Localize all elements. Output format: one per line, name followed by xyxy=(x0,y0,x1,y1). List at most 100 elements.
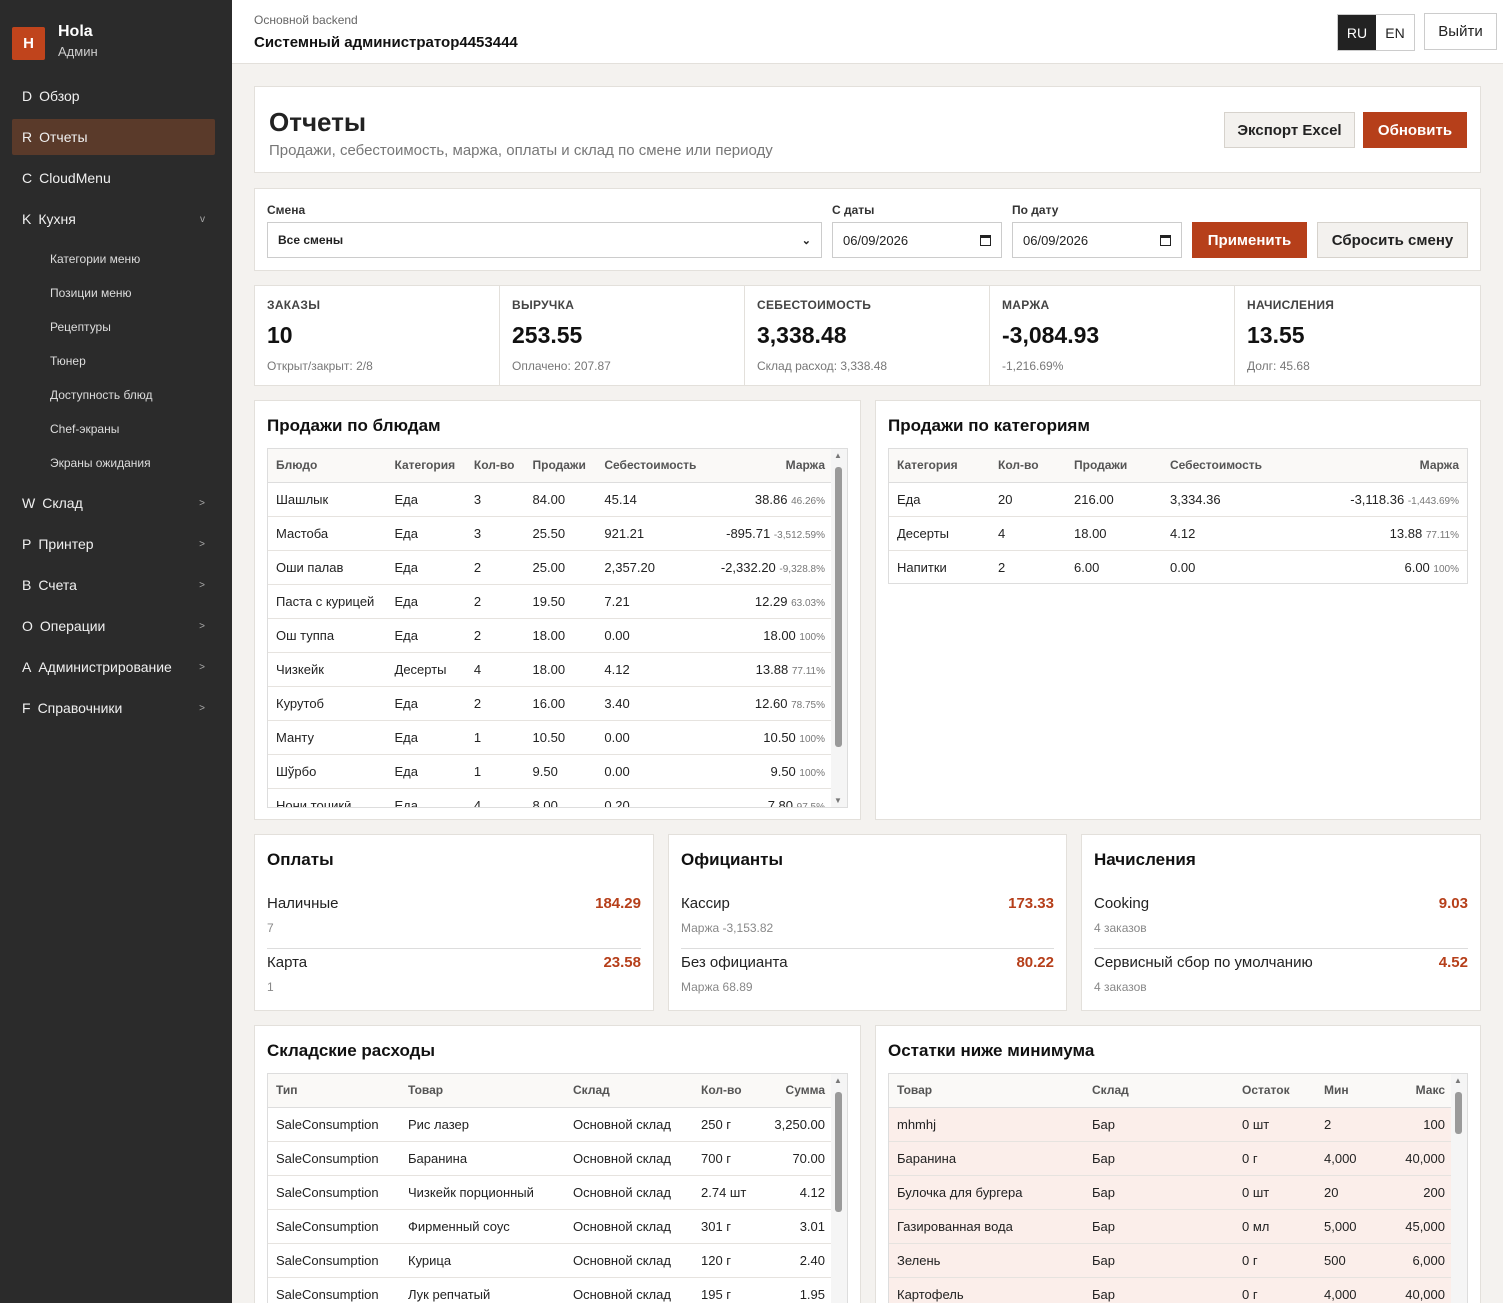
table-row[interactable]: Картофель Бар 0 г 4,000 40,000 xyxy=(889,1277,1453,1303)
scrollbar[interactable]: ▲ xyxy=(831,1074,847,1303)
sidebar-item-references[interactable]: F Справочники > xyxy=(12,690,215,726)
scrollbar-thumb[interactable] xyxy=(835,1092,842,1212)
logout-button[interactable]: Выйти xyxy=(1424,13,1497,50)
margin-cell: 13.88 77.11% xyxy=(1303,516,1467,551)
sidebar-item-overview[interactable]: D Обзор xyxy=(12,78,215,114)
lang-ru-button[interactable]: RU xyxy=(1338,15,1376,50)
to-date-input[interactable]: 06/09/2026 xyxy=(1012,222,1182,258)
table-cell: Чизкейк xyxy=(268,652,387,687)
sidebar-item-printer[interactable]: P Принтер > xyxy=(12,526,215,562)
sidebar-item-kitchen[interactable]: K Кухня v xyxy=(12,201,215,237)
sidebar-subitem-tuner[interactable]: Тюнер xyxy=(12,344,215,378)
table-row[interactable]: Газированная вода Бар 0 мл 5,000 45,000 xyxy=(889,1209,1453,1244)
column-header[interactable]: Склад xyxy=(565,1074,693,1108)
column-header[interactable]: Склад xyxy=(1084,1074,1234,1108)
reset-shift-button[interactable]: Сбросить смену xyxy=(1317,222,1468,258)
column-header[interactable]: Товар xyxy=(400,1074,565,1108)
sales-by-dish-table[interactable]: Блюдо Категория Кол-во Продажи Себестоим… xyxy=(267,448,848,808)
column-header[interactable]: Продажи xyxy=(1066,449,1162,483)
sidebar-item-reports[interactable]: R Отчеты xyxy=(12,119,215,155)
kpi-sub: -1,216.69% xyxy=(1002,359,1064,373)
column-header[interactable]: Сумма xyxy=(760,1074,833,1108)
sidebar-subitem-menu-categories[interactable]: Категории меню xyxy=(12,242,215,276)
table-cell: Бар xyxy=(1084,1209,1234,1244)
column-header[interactable]: Маржа xyxy=(1303,449,1467,483)
table-row[interactable]: Напитки 2 6.00 0.00 6.00 100% xyxy=(889,550,1467,583)
table-row[interactable]: Курутоб Еда 2 16.00 3.40 12.60 78.75% xyxy=(268,686,833,721)
table-row[interactable]: SaleConsumption Фирменный соус Основной ск… xyxy=(268,1209,833,1244)
table-row[interactable]: SaleConsumption Чизкейк порционный Основно… xyxy=(268,1175,833,1210)
table-row[interactable]: SaleConsumption Рис лазер Основной склад 25… xyxy=(268,1107,833,1142)
column-header[interactable]: Товар xyxy=(889,1074,1084,1108)
nav-letter: R xyxy=(22,129,33,145)
table-row[interactable]: SaleConsumption Баранина Основной склад 700… xyxy=(268,1141,833,1176)
column-header[interactable]: Маржа xyxy=(708,449,833,483)
sidebar-item-warehouse[interactable]: W Склад > xyxy=(12,485,215,521)
column-header[interactable]: Остаток xyxy=(1234,1074,1316,1108)
scrollbar-thumb[interactable] xyxy=(835,467,842,747)
scroll-up-icon[interactable]: ▲ xyxy=(834,451,842,460)
apply-button[interactable]: Применить xyxy=(1192,222,1307,258)
stock-expenses-table[interactable]: Тип Товар Склад Кол-во Сумма SaleConsump… xyxy=(267,1073,848,1303)
table-cell: Ош туппа xyxy=(268,618,387,653)
scroll-down-icon[interactable]: ▼ xyxy=(834,796,842,805)
sidebar-item-operations[interactable]: O Операции > xyxy=(12,608,215,644)
sales-by-category-table[interactable]: Категория Кол-во Продажи Себестоимость М… xyxy=(888,448,1468,584)
column-header[interactable]: Кол-во xyxy=(990,449,1066,483)
column-header[interactable]: Категория xyxy=(889,449,990,483)
table-row[interactable]: Ош туппа Еда 2 18.00 0.00 18.00 100% xyxy=(268,618,833,653)
export-excel-button[interactable]: Экспорт Excel xyxy=(1224,112,1355,148)
scrollbar-thumb[interactable] xyxy=(1455,1092,1462,1134)
table-cell: Паста с курицей xyxy=(268,584,387,619)
sidebar-item-administration[interactable]: A Администрирование > xyxy=(12,649,215,685)
scroll-up-icon[interactable]: ▲ xyxy=(834,1076,842,1085)
column-header[interactable]: Кол-во xyxy=(693,1074,761,1108)
low-stock-table[interactable]: Товар Склад Остаток Мин Макс mhmhj Бар 0 ш… xyxy=(888,1073,1468,1303)
sidebar-subitem-availability[interactable]: Доступность блюд xyxy=(12,378,215,412)
table-row[interactable]: Шўрбо Еда 1 9.50 0.00 9.50 100% xyxy=(268,754,833,789)
column-header[interactable]: Себестоимость xyxy=(596,449,709,483)
scroll-up-icon[interactable]: ▲ xyxy=(1454,1076,1462,1085)
table-row[interactable]: mhmhj Бар 0 шт 2 100 xyxy=(889,1107,1453,1142)
table-row[interactable]: Шашлык Еда 3 84.00 45.14 38.86 46.26% xyxy=(268,482,833,517)
table-row[interactable]: Паста с курицей Еда 2 19.50 7.21 12.29 63.03% xyxy=(268,584,833,619)
scrollbar[interactable]: ▲ ▼ xyxy=(831,449,847,807)
sidebar-subitem-chef-screens[interactable]: Chef-экраны xyxy=(12,412,215,446)
shift-select[interactable]: Все смены ⌄ xyxy=(267,222,822,258)
waiters-card: Официанты Кассир Маржа -3,153.82 173.33 … xyxy=(668,834,1067,1011)
from-date-input[interactable]: 06/09/2026 xyxy=(832,222,1002,258)
table-row[interactable]: Еда 20 216.00 3,334.36 -3,118.36 -1,443.69% xyxy=(889,482,1467,517)
table-row[interactable]: Баранина Бар 0 г 4,000 40,000 xyxy=(889,1141,1453,1176)
table-cell: 3 xyxy=(465,516,525,551)
sidebar-item-bills[interactable]: B Счета > xyxy=(12,567,215,603)
column-header[interactable]: Макс xyxy=(1386,1074,1453,1108)
table-row[interactable]: Мастоба Еда 3 25.50 921.21 -895.71 -3,512.59% xyxy=(268,516,833,551)
sidebar-subitem-menu-items[interactable]: Позиции меню xyxy=(12,276,215,310)
sales-by-dish-card: Продажи по блюдам Блюдо Категория Кол-во… xyxy=(254,400,861,820)
table-row[interactable]: Нони тоцикӣ Еда 4 8.00 0.20 7.80 97.5% xyxy=(268,788,833,807)
table-row[interactable]: Оши палав Еда 2 25.00 2,357.20 -2,332.20 -9,3… xyxy=(268,550,833,585)
sidebar-subitem-waiting-screens[interactable]: Экраны ожидания xyxy=(12,446,215,480)
table-row[interactable]: Чизкейк Десерты 4 18.00 4.12 13.88 77.11% xyxy=(268,652,833,687)
table-row[interactable]: Манту Еда 1 10.50 0.00 10.50 100% xyxy=(268,720,833,755)
refresh-button[interactable]: Обновить xyxy=(1363,112,1467,148)
table-row[interactable]: SaleConsumption Лук репчатый Основной скла… xyxy=(268,1277,833,1303)
column-header[interactable]: Себестоимость xyxy=(1162,449,1304,483)
column-header[interactable]: Продажи xyxy=(524,449,597,483)
lang-en-button[interactable]: EN xyxy=(1376,15,1414,50)
sidebar-item-cloudmenu[interactable]: C CloudMenu xyxy=(12,160,215,196)
table-row[interactable]: Зелень Бар 0 г 500 6,000 xyxy=(889,1243,1453,1278)
column-header[interactable]: Категория xyxy=(386,449,466,483)
table-row[interactable]: SaleConsumption Курица Основной склад 120 г… xyxy=(268,1243,833,1278)
kpi-label: ЗАКАЗЫ xyxy=(267,298,321,312)
column-header[interactable]: Кол-во xyxy=(465,449,525,483)
column-header[interactable]: Мин xyxy=(1316,1074,1386,1108)
calendar-icon[interactable] xyxy=(1160,234,1171,246)
table-row[interactable]: Десерты 4 18.00 4.12 13.88 77.11% xyxy=(889,516,1467,551)
column-header[interactable]: Блюдо xyxy=(268,449,387,483)
calendar-icon[interactable] xyxy=(980,234,991,246)
sidebar-subitem-recipes[interactable]: Рецептуры xyxy=(12,310,215,344)
table-row[interactable]: Булочка для бургера Бар 0 шт 20 200 xyxy=(889,1175,1453,1210)
column-header[interactable]: Тип xyxy=(268,1074,400,1108)
scrollbar[interactable]: ▲ xyxy=(1451,1074,1467,1303)
